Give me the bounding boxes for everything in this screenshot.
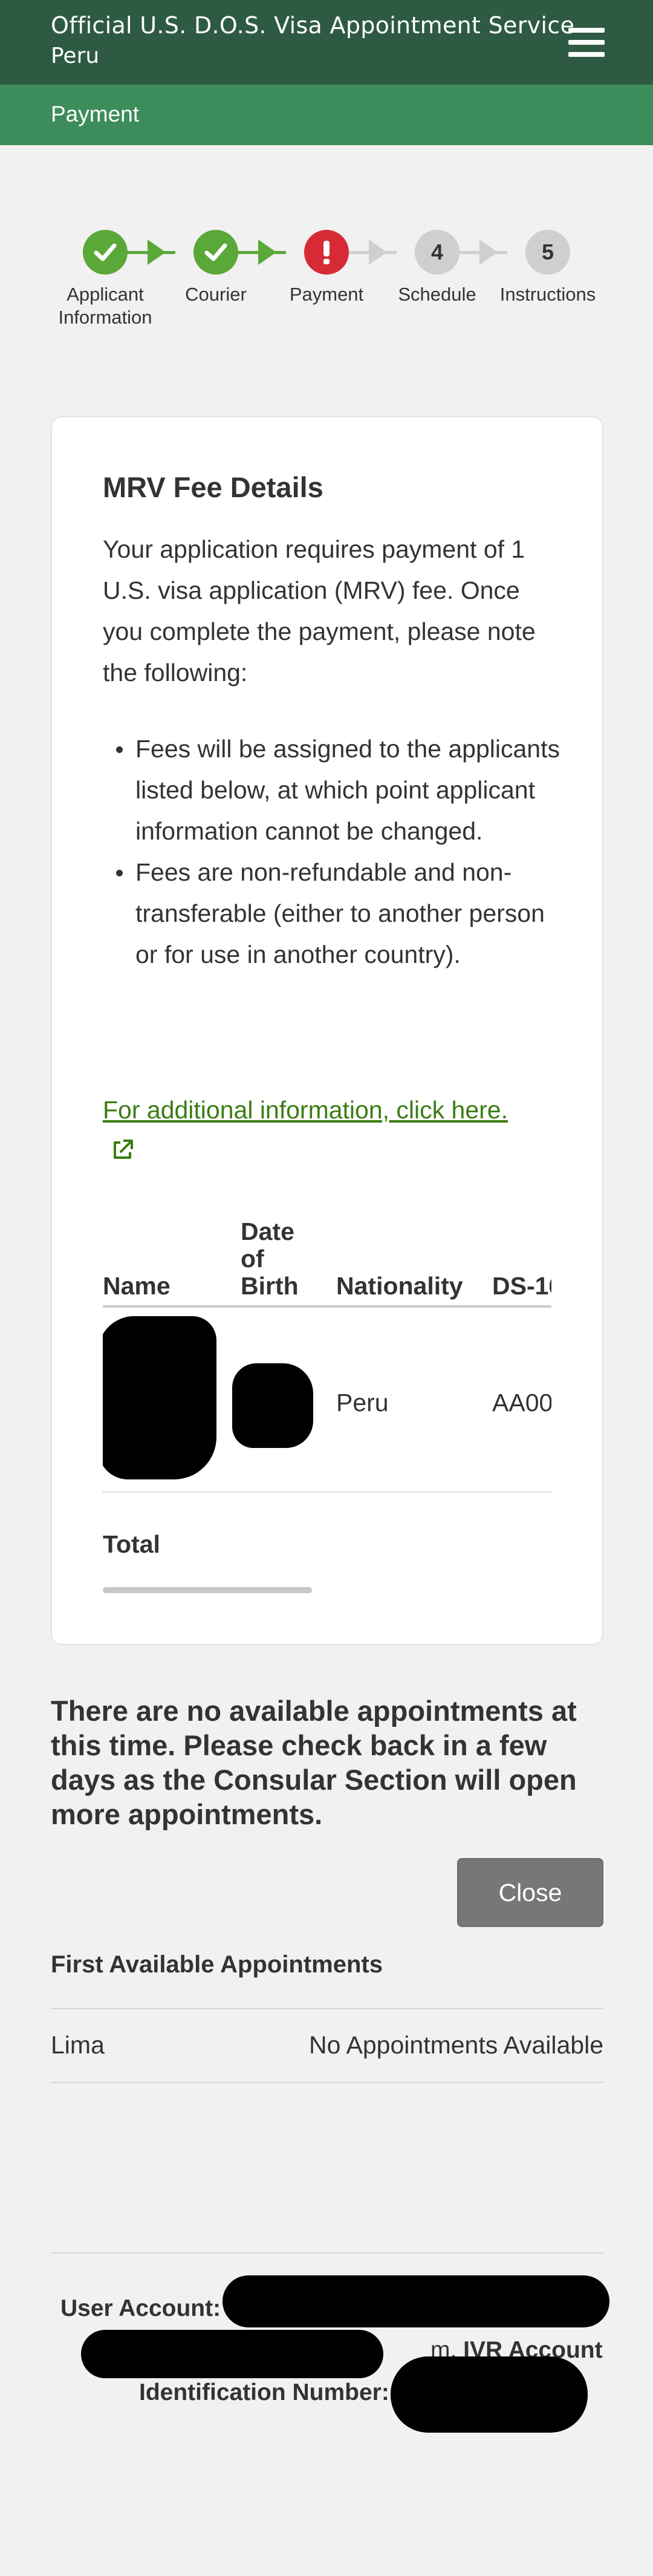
site-country: Peru [51,44,100,68]
fee-intro-text: Your application requires payment of 1 U… [103,535,536,686]
list-item: Fees will be assigned to the applicants … [103,728,562,852]
column-header-name: Name [103,1272,171,1300]
card-title: MRV Fee Details [103,471,323,503]
mrv-fee-card: MRV Fee Details Your application require… [51,416,603,1645]
site-title[interactable]: Official U.S. D.O.S. Visa Appointment Se… [51,12,574,39]
redacted-identification-number [391,2356,588,2433]
divider [51,2008,603,2009]
divider [51,2082,603,2083]
total-label: Total [103,1530,160,1558]
additional-info-link[interactable]: For additional information, click here. [103,1089,562,1131]
external-link-icon[interactable] [110,1137,135,1162]
page-subheader: Payment [0,85,653,145]
page-title: Payment [51,102,140,126]
first-available-title: First Available Appointments [51,1951,383,1978]
step-number: 5 [525,230,570,275]
ds160-cell: AA00 [492,1389,551,1417]
list-item: Fees are non-refundable and non-transfer… [103,852,562,975]
exclamation-icon [304,230,349,275]
step-label: Instructions [499,284,596,305]
fee-notes-list: Fees will be assigned to the applicants … [103,728,562,975]
hamburger-menu-icon[interactable] [568,28,605,57]
identification-number-label: Identification Number: [139,2379,389,2405]
row-divider [103,1492,551,1493]
checkmark-icon [83,230,128,275]
table-horizontal-scrollbar[interactable] [103,1587,312,1593]
redacted-user-account [223,2275,609,2327]
redacted-date-of-birth [232,1363,313,1448]
applicants-table: Name Date of Birth Nationality DS-160 Pe… [103,1216,551,1579]
footer-divider [51,2252,603,2254]
table-header-divider [103,1305,551,1308]
column-header-dob-line2: of [241,1245,264,1273]
location-availability-status: No Appointments Available [308,2031,603,2059]
step-instructions: 5 Instructions [469,230,626,306]
redacted-account-detail [81,2330,383,2378]
location-name: Lima [51,2031,105,2059]
user-account-label: User Account: [60,2295,221,2321]
no-appointments-notice: There are no available appointments at t… [51,1695,577,1830]
redacted-name [103,1316,216,1479]
close-button[interactable]: Close [457,1858,603,1927]
checkmark-icon [193,230,238,275]
app-header: Official U.S. D.O.S. Visa Appointment Se… [0,0,653,85]
column-header-dob-line1: Date [241,1218,294,1245]
column-header-dob-line3: Birth [241,1272,299,1300]
nationality-cell: Peru [336,1389,389,1417]
progress-stepper: Applicant Information Courier Payment 4 … [0,230,653,339]
step-number: 4 [415,230,460,275]
column-header-ds160: DS-160 [492,1272,551,1300]
column-header-nationality: Nationality [336,1272,463,1300]
